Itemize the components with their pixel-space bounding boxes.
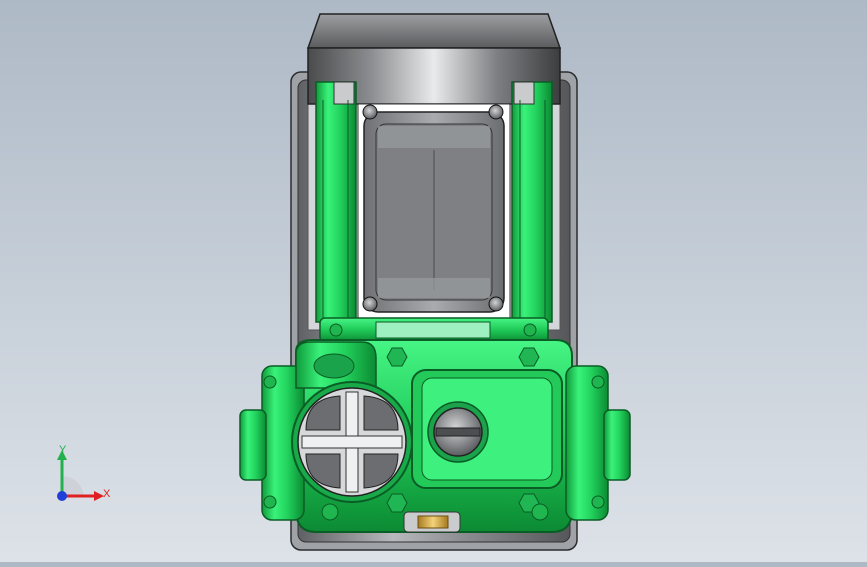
y-axis-label: Y: [59, 444, 67, 456]
axis-triad: Y X: [40, 438, 120, 508]
inlet-dome[interactable]: [295, 341, 377, 389]
drain-plug[interactable]: [427, 401, 489, 463]
z-axis-dot: [57, 491, 67, 501]
pump-model[interactable]: [0, 0, 867, 562]
graphics-viewport[interactable]: [0, 0, 867, 562]
triad-graphic: Y X: [57, 444, 111, 501]
cross-knob[interactable]: [291, 381, 413, 503]
motor-core[interactable]: [357, 103, 511, 321]
right-rail[interactable]: [511, 81, 553, 323]
x-axis-label: X: [103, 488, 111, 500]
flange[interactable]: [319, 317, 549, 343]
left-rail[interactable]: [315, 81, 357, 323]
right-port[interactable]: [565, 365, 631, 521]
